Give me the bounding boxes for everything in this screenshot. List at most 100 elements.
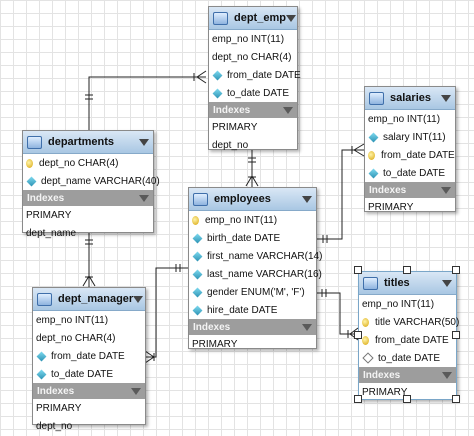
table-header[interactable]: employees	[189, 188, 316, 211]
table-icon	[363, 276, 378, 290]
field-row[interactable]: emp_no INT(11)	[33, 311, 145, 329]
collapse-arrow-icon[interactable]	[283, 106, 293, 114]
indexes-label: Indexes	[27, 192, 65, 204]
collapse-arrow-icon[interactable]	[133, 295, 144, 303]
field-text: from_date DATE	[375, 334, 449, 346]
indexes-header[interactable]: Indexes	[365, 182, 455, 198]
key-icon	[368, 150, 375, 160]
diamond-icon	[368, 168, 379, 178]
field-row[interactable]: first_name VARCHAR(14)	[189, 247, 322, 265]
index-text: dept_no	[36, 420, 73, 432]
field-text: hire_date DATE	[207, 304, 278, 316]
collapse-arrow-icon[interactable]	[131, 387, 141, 395]
resize-handle-ne[interactable]	[452, 266, 460, 274]
table-departments[interactable]: departments dept_no CHAR(4) dept_name VA…	[22, 130, 160, 239]
field-row[interactable]: title VARCHAR(50)	[359, 313, 460, 331]
table-name: titles	[384, 277, 410, 289]
rel-departments-dept-emp	[88, 76, 206, 130]
resize-handle-nw[interactable]	[354, 266, 362, 274]
field-row[interactable]: from_date DATE	[33, 347, 145, 365]
field-row[interactable]: emp_no INT(11)	[359, 295, 456, 313]
resize-handle-w[interactable]	[354, 331, 362, 339]
field-row[interactable]: birth_date DATE	[189, 229, 316, 247]
collapse-arrow-icon[interactable]	[441, 186, 451, 194]
field-row[interactable]: to_date DATE	[33, 365, 145, 383]
collapse-arrow-icon[interactable]	[139, 138, 149, 146]
field-row[interactable]: salary INT(11)	[365, 128, 455, 146]
table-header[interactable]: dept_emp	[209, 7, 297, 30]
field-row[interactable]: emp_no INT(11)	[365, 110, 455, 128]
collapse-arrow-icon[interactable]	[441, 94, 451, 102]
field-text: emp_no INT(11)	[36, 314, 109, 326]
table-salaries[interactable]: salaries emp_no INT(11) salary INT(11) f…	[364, 86, 456, 213]
field-text: salary INT(11)	[383, 131, 446, 143]
field-row[interactable]: emp_no INT(11)	[189, 211, 316, 229]
indexes-header[interactable]: Indexes	[209, 102, 297, 118]
field-row[interactable]: emp_no INT(11)	[209, 30, 297, 48]
field-text: title VARCHAR(50)	[375, 316, 460, 328]
field-row[interactable]: dept_name VARCHAR(40)	[23, 172, 160, 190]
indexes-label: Indexes	[369, 184, 407, 196]
field-row[interactable]: to_date DATE	[209, 84, 297, 102]
table-icon	[193, 192, 208, 206]
table-header[interactable]: departments	[23, 131, 153, 154]
field-row[interactable]: from_date DATE	[365, 146, 455, 164]
index-text: dept_name	[26, 227, 77, 239]
index-text: dept_no	[212, 139, 249, 151]
index-row[interactable]: PRIMARY	[33, 399, 145, 417]
table-header[interactable]: salaries	[365, 87, 455, 110]
field-row[interactable]: from_date DATE	[209, 66, 301, 84]
field-text: dept_no CHAR(4)	[36, 332, 116, 344]
table-icon	[37, 292, 52, 306]
field-row[interactable]: to_date DATE	[365, 164, 455, 182]
table-dept-manager[interactable]: dept_manager emp_no INT(11) dept_no CHAR…	[32, 287, 146, 432]
index-text: PRIMARY	[26, 209, 72, 221]
resize-handle-sw[interactable]	[354, 395, 362, 403]
field-text: emp_no INT(11)	[212, 33, 285, 45]
field-row[interactable]: dept_no CHAR(4)	[209, 48, 297, 66]
field-row[interactable]: hire_date DATE	[189, 301, 316, 319]
field-text: to_date DATE	[383, 167, 446, 179]
field-row[interactable]: to_date DATE	[359, 349, 456, 367]
index-row[interactable]: dept_no	[209, 136, 297, 154]
table-header[interactable]: dept_manager	[33, 288, 145, 311]
table-titles[interactable]: titles emp_no INT(11) title VARCHAR(50) …	[358, 271, 460, 400]
field-row[interactable]: last_name VARCHAR(16)	[189, 265, 322, 283]
resize-handle-s[interactable]	[403, 395, 411, 403]
index-text: PRIMARY	[368, 201, 414, 213]
table-name: employees	[214, 193, 271, 205]
resize-handle-e[interactable]	[452, 331, 460, 339]
collapse-arrow-icon[interactable]	[442, 371, 452, 379]
collapse-arrow-icon[interactable]	[139, 194, 149, 202]
field-text: emp_no INT(11)	[205, 214, 278, 226]
collapse-arrow-icon[interactable]	[302, 323, 312, 331]
indexes-header[interactable]: Indexes	[23, 190, 153, 206]
diamond-icon	[212, 70, 223, 80]
index-row[interactable]: dept_no	[33, 417, 145, 435]
field-text: to_date DATE	[227, 87, 290, 99]
index-row[interactable]: PRIMARY	[365, 198, 455, 216]
table-header[interactable]: titles	[359, 272, 456, 295]
index-row[interactable]: PRIMARY	[209, 118, 297, 136]
field-row[interactable]: dept_no CHAR(4)	[33, 329, 145, 347]
collapse-arrow-icon[interactable]	[442, 279, 452, 287]
collapse-arrow-icon[interactable]	[302, 195, 312, 203]
diamond-icon	[36, 351, 47, 361]
index-row[interactable]: PRIMARY	[23, 206, 153, 224]
collapse-arrow-icon[interactable]	[285, 14, 296, 22]
index-text: PRIMARY	[36, 402, 82, 414]
table-employees[interactable]: employees emp_no INT(11) birth_date DATE…	[188, 187, 322, 350]
field-text: from_date DATE	[227, 69, 301, 81]
indexes-header[interactable]: Indexes	[33, 383, 145, 399]
resize-handle-se[interactable]	[452, 395, 460, 403]
index-row[interactable]: dept_name	[23, 224, 153, 242]
field-row[interactable]: from_date DATE	[359, 331, 456, 349]
resize-handle-n[interactable]	[403, 266, 411, 274]
indexes-header[interactable]: Indexes	[189, 319, 316, 335]
field-row[interactable]: dept_no CHAR(4)	[23, 154, 153, 172]
indexes-header[interactable]: Indexes	[359, 367, 456, 383]
field-text: first_name VARCHAR(14)	[207, 250, 323, 262]
table-dept-emp[interactable]: dept_emp emp_no INT(11) dept_no CHAR(4) …	[208, 6, 301, 151]
index-row[interactable]: PRIMARY	[189, 335, 316, 353]
field-row[interactable]: gender ENUM('M', 'F')	[189, 283, 316, 301]
